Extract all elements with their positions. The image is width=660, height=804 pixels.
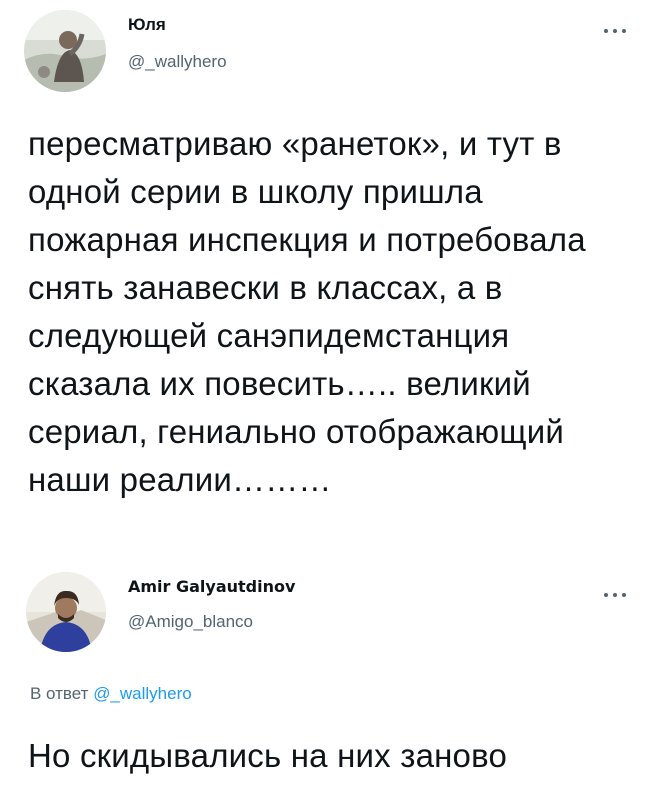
more-dots-icon[interactable]	[600, 26, 630, 36]
author-handle[interactable]: @Amigo_blanco	[128, 612, 253, 632]
tweet-reply: Amir Galyautdinov @Amigo_blanco В ответ …	[0, 560, 660, 804]
author-name[interactable]: Amir Galyautdinov	[128, 577, 295, 596]
avatar[interactable]	[26, 572, 106, 652]
author-name[interactable]: Юля	[128, 15, 166, 35]
tweet-text: Но скидывались на них заново	[28, 737, 508, 774]
tweet-text: пересматриваю «ранеток», и тут в одной с…	[28, 125, 586, 498]
tweet-original: Юля @_wallyhero пересматриваю «ранеток»,…	[0, 0, 660, 560]
avatar[interactable]	[24, 10, 106, 92]
reply-context: В ответ @_wallyhero	[30, 684, 192, 704]
reply-mention-link[interactable]: @_wallyhero	[93, 684, 192, 703]
reply-prefix: В ответ	[30, 684, 89, 703]
author-handle[interactable]: @_wallyhero	[128, 52, 227, 72]
more-dots-icon[interactable]	[600, 590, 630, 600]
